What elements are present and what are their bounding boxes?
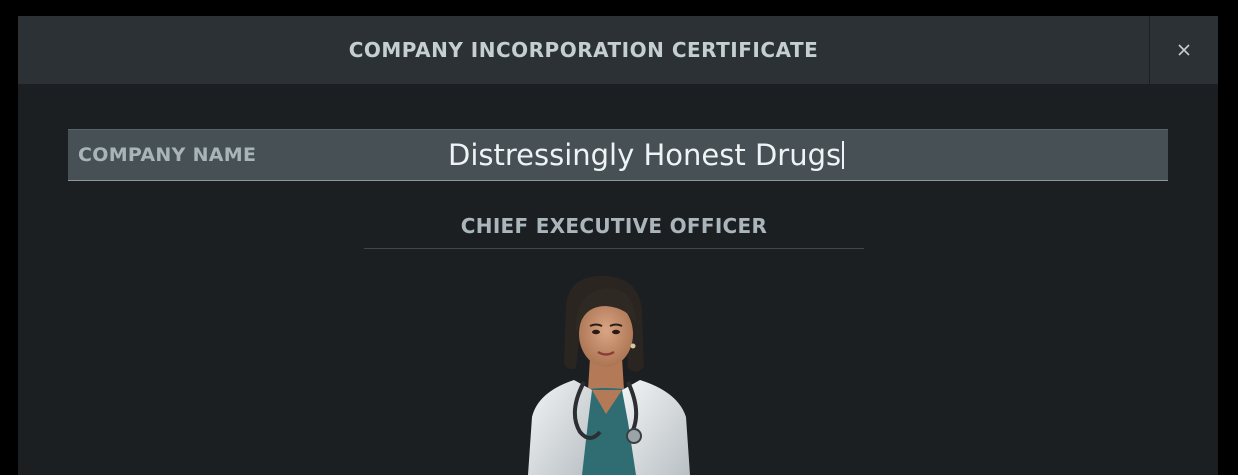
dialog-title: COMPANY INCORPORATION CERTIFICATE xyxy=(348,38,819,62)
company-name-label: COMPANY NAME xyxy=(78,144,257,166)
eye-right xyxy=(612,329,620,335)
close-button[interactable] xyxy=(1149,16,1218,84)
text-caret xyxy=(842,141,845,169)
incorporation-dialog: COMPANY INCORPORATION CERTIFICATE COMPAN… xyxy=(18,16,1218,475)
company-name-value: Distressingly Honest Drugs xyxy=(448,138,842,172)
eye-left xyxy=(592,329,600,335)
coat-left xyxy=(528,380,592,475)
company-name-input[interactable]: Distressingly Honest Drugs xyxy=(448,130,1148,180)
ceo-heading: CHIEF EXECUTIVE OFFICER xyxy=(364,209,864,249)
ceo-portrait[interactable] xyxy=(518,272,698,475)
company-name-row: COMPANY NAME Distressingly Honest Drugs xyxy=(68,129,1168,181)
dialog-header: COMPANY INCORPORATION CERTIFICATE xyxy=(18,16,1218,84)
close-icon xyxy=(1178,44,1190,56)
